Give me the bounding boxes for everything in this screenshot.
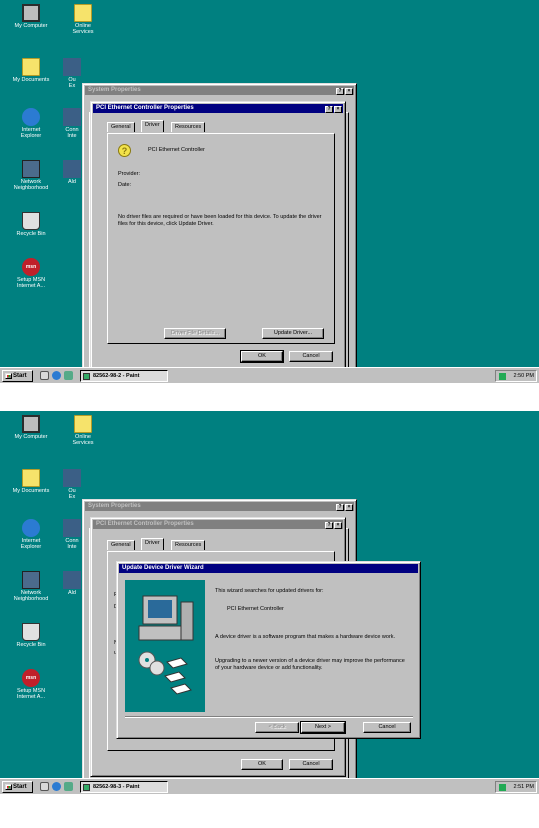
app-icon	[63, 160, 81, 178]
recycle-bin-desktop-icon[interactable]: Recycle Bin	[0, 623, 62, 648]
windows-logo-icon	[5, 373, 12, 379]
internet-explorer-quicklaunch-icon[interactable]	[52, 782, 61, 791]
online-services-desktop-icon[interactable]: Online Services	[52, 4, 114, 35]
device-name: PCI Ethernet Controller	[148, 147, 205, 153]
clock: 2:51 PM	[513, 784, 534, 790]
outlook-express-icon	[63, 58, 81, 76]
cancel-button[interactable]: Cancel	[289, 759, 333, 770]
outlook-express-icon	[63, 469, 81, 487]
wizard-device-name: PCI Ethernet Controller	[227, 606, 284, 612]
computer-icon	[22, 415, 40, 433]
system-properties-titlebar: System Properties ? ×	[85, 502, 354, 511]
date-label: Date:	[118, 182, 132, 188]
desktop-screenshot-1: My Computer Online Services My Documents…	[0, 0, 539, 383]
wizard-separator	[125, 716, 413, 718]
taskbar-paint-button[interactable]: 82562-98-3 - Paint	[80, 781, 168, 793]
msn-icon: msn	[22, 258, 40, 276]
outlook-express-desktop-icon[interactable]: Ou Ex	[52, 469, 92, 500]
ok-button[interactable]: OK	[241, 759, 283, 770]
system-tray: 2:50 PM	[495, 370, 537, 382]
help-icon[interactable]: ?	[325, 522, 333, 529]
computer-icon	[22, 4, 40, 22]
pci-dialog-titlebar: PCI Ethernet Controller Properties ? ×	[93, 520, 343, 529]
tab-resources[interactable]: Resources	[171, 122, 206, 132]
wizard-intro: This wizard searches for updated drivers…	[215, 588, 324, 594]
next-button[interactable]: Next >	[300, 721, 346, 734]
tab-driver[interactable]: Driver	[141, 538, 164, 550]
cancel-button[interactable]: Cancel	[289, 351, 333, 362]
system-properties-titlebar: System Properties ? ×	[85, 86, 354, 95]
documents-folder-icon	[22, 469, 40, 487]
update-driver-wizard[interactable]: Update Device Driver Wizard This wizard …	[116, 561, 421, 739]
tray-icon[interactable]	[499, 373, 506, 380]
taskbar: Start 82562-98-2 - Paint 2:50 PM	[0, 367, 539, 383]
update-driver-button[interactable]: Update Driver...	[262, 328, 324, 339]
wizard-paragraph-2: Upgrading to a newer version of a device…	[215, 658, 405, 671]
show-desktop-icon[interactable]	[40, 782, 49, 791]
folder-icon	[74, 415, 92, 433]
connect-icon	[63, 519, 81, 537]
setup-msn-desktop-icon[interactable]: msn Setup MSN Internet A...	[0, 669, 62, 700]
help-icon[interactable]: ?	[325, 106, 333, 113]
online-services-desktop-icon[interactable]: Online Services	[52, 415, 114, 446]
wizard-titlebar: Update Device Driver Wizard	[119, 564, 418, 573]
tab-driver[interactable]: Driver	[141, 120, 164, 132]
internet-explorer-icon	[22, 519, 40, 537]
help-icon[interactable]: ?	[336, 504, 344, 511]
connect-icon	[63, 108, 81, 126]
provider-label: Provider:	[118, 171, 141, 177]
outlook-quicklaunch-icon[interactable]	[64, 782, 73, 791]
close-icon[interactable]: ×	[345, 88, 353, 95]
outlook-quicklaunch-icon[interactable]	[64, 371, 73, 380]
question-device-icon: ?	[118, 144, 131, 157]
driver-tab-panel: ? PCI Ethernet Controller Provider: Date…	[107, 133, 335, 344]
back-button[interactable]: < Back	[255, 722, 299, 733]
system-tray: 2:51 PM	[495, 781, 537, 793]
app-icon	[63, 571, 81, 589]
clock: 2:50 PM	[513, 373, 534, 379]
wizard-paragraph-1: A device driver is a software program th…	[215, 634, 396, 640]
setup-msn-desktop-icon[interactable]: msn Setup MSN Internet A...	[0, 258, 62, 289]
network-icon	[22, 160, 40, 178]
paint-icon	[83, 373, 90, 380]
close-icon[interactable]: ×	[334, 106, 342, 113]
tab-general[interactable]: General	[107, 540, 135, 550]
driver-message: No driver files are required or have bee…	[118, 214, 322, 227]
taskbar: Start 82562-98-3 - Paint 2:51 PM	[0, 778, 539, 794]
taskbar-paint-button[interactable]: 82562-98-2 - Paint	[80, 370, 168, 382]
folder-icon	[74, 4, 92, 22]
windows-logo-icon	[5, 784, 12, 790]
internet-explorer-quicklaunch-icon[interactable]	[52, 371, 61, 380]
msn-icon: msn	[22, 669, 40, 687]
pci-ethernet-properties-dialog[interactable]: PCI Ethernet Controller Properties ? × Ge…	[90, 101, 346, 373]
recycle-bin-icon	[22, 212, 40, 230]
tray-icon[interactable]	[499, 784, 506, 791]
ok-button[interactable]: OK	[240, 350, 284, 363]
tab-resources[interactable]: Resources	[171, 540, 206, 550]
internet-explorer-icon	[22, 108, 40, 126]
recycle-bin-icon	[22, 623, 40, 641]
help-icon[interactable]: ?	[336, 88, 344, 95]
wizard-illustration	[125, 580, 205, 712]
desktop-screenshot-2: My Computer Online Services My Documents…	[0, 411, 539, 794]
show-desktop-icon[interactable]	[40, 371, 49, 380]
driver-file-details-button[interactable]: Driver File Details...	[164, 328, 226, 339]
computer-illustration-icon	[138, 595, 194, 695]
tab-general[interactable]: General	[107, 122, 135, 132]
start-button[interactable]: Start	[2, 781, 33, 793]
network-icon	[22, 571, 40, 589]
documents-folder-icon	[22, 58, 40, 76]
close-icon[interactable]: ×	[334, 522, 342, 529]
pci-dialog-titlebar: PCI Ethernet Controller Properties ? ×	[93, 104, 343, 113]
start-button[interactable]: Start	[2, 370, 33, 382]
recycle-bin-desktop-icon[interactable]: Recycle Bin	[0, 212, 62, 237]
paint-icon	[83, 784, 90, 791]
wizard-cancel-button[interactable]: Cancel	[363, 722, 411, 733]
close-icon[interactable]: ×	[345, 504, 353, 511]
